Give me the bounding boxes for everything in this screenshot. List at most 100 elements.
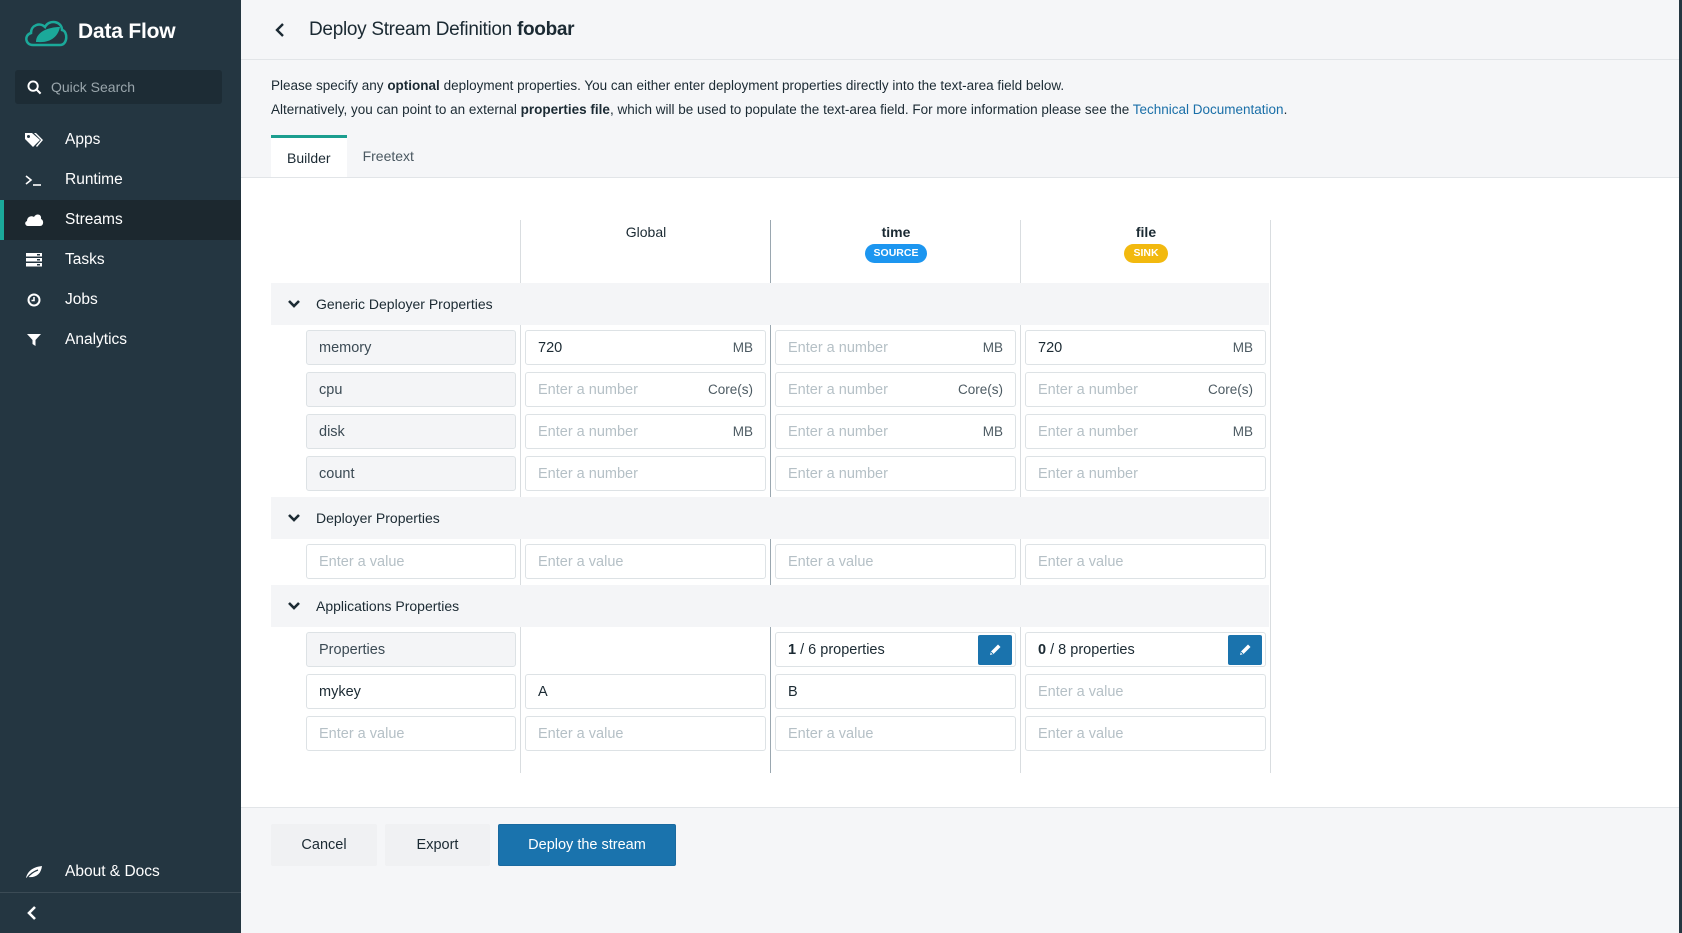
new-app-global-input[interactable] bbox=[538, 725, 753, 742]
sidebar-item-about[interactable]: About & Docs bbox=[0, 852, 241, 892]
chevron-down-icon[interactable] bbox=[287, 297, 301, 311]
page-header: Deploy Stream Definition foobar bbox=[241, 0, 1679, 60]
app-time-value-input[interactable] bbox=[788, 683, 1003, 700]
stream-name: foobar bbox=[516, 18, 575, 40]
app-global-value-input[interactable] bbox=[538, 683, 753, 700]
section-label: Applications Properties bbox=[316, 598, 460, 614]
disk-global-field[interactable]: MB bbox=[525, 414, 766, 449]
tab-builder[interactable]: Builder bbox=[271, 135, 347, 177]
unit-label: MB bbox=[732, 340, 753, 355]
builder-panel: Global time SOURCE file SINK Generic Dep… bbox=[241, 177, 1679, 808]
time-properties-count: 1 / 6 properties bbox=[788, 641, 885, 658]
back-button[interactable] bbox=[274, 21, 292, 39]
memory-time-input[interactable] bbox=[788, 339, 977, 356]
app-file-value-field[interactable] bbox=[1025, 674, 1266, 709]
tab-freetext[interactable]: Freetext bbox=[347, 135, 430, 177]
count-global-field[interactable] bbox=[525, 456, 766, 491]
sidebar-item-runtime[interactable]: Runtime bbox=[0, 160, 241, 200]
cpu-global-input[interactable] bbox=[538, 381, 702, 398]
brand-title: Data Flow bbox=[78, 20, 176, 43]
deployer-file-field[interactable] bbox=[1025, 544, 1266, 579]
column-divider bbox=[1270, 220, 1271, 773]
chevron-down-icon[interactable] bbox=[287, 599, 301, 613]
disk-file-input[interactable] bbox=[1038, 423, 1227, 440]
column-header-file: file SINK bbox=[1021, 222, 1271, 263]
unit-label: MB bbox=[1232, 340, 1253, 355]
time-properties-summary: 1 / 6 properties bbox=[775, 632, 1016, 667]
sidebar-bottom: About & Docs bbox=[0, 852, 241, 933]
sidebar-item-analytics[interactable]: Analytics bbox=[0, 320, 241, 360]
cpu-global-field[interactable]: Core(s) bbox=[525, 372, 766, 407]
sidebar-item-label: Tasks bbox=[65, 251, 105, 268]
sidebar-item-label: Runtime bbox=[65, 171, 123, 188]
app-key-input[interactable] bbox=[319, 683, 503, 700]
title-prefix: Deploy Stream Definition bbox=[309, 18, 512, 40]
new-app-file-input[interactable] bbox=[1038, 725, 1253, 742]
section-applications-properties: Applications Properties bbox=[271, 585, 1269, 627]
memory-file-input[interactable] bbox=[1038, 339, 1227, 356]
file-properties-summary: 0 / 8 properties bbox=[1025, 632, 1266, 667]
new-app-time-input[interactable] bbox=[788, 725, 1003, 742]
about-label: About & Docs bbox=[65, 863, 160, 880]
sidebar-item-tasks[interactable]: Tasks bbox=[0, 240, 241, 280]
app-global-value-field[interactable] bbox=[525, 674, 766, 709]
memory-time-field[interactable]: MB bbox=[775, 330, 1016, 365]
sink-badge: SINK bbox=[1124, 244, 1168, 263]
cancel-button[interactable]: Cancel bbox=[271, 824, 377, 866]
app-file-value-input[interactable] bbox=[1038, 683, 1253, 700]
sidebar-item-apps[interactable]: Apps bbox=[0, 120, 241, 160]
count-global-input[interactable] bbox=[538, 465, 753, 482]
technical-documentation-link[interactable]: Technical Documentation bbox=[1133, 102, 1284, 117]
new-app-key-field[interactable] bbox=[306, 716, 516, 751]
collapse-sidebar-button[interactable] bbox=[0, 893, 241, 933]
quick-search-input[interactable] bbox=[51, 79, 211, 95]
new-app-key-input[interactable] bbox=[319, 725, 503, 742]
unit-label: MB bbox=[982, 340, 1003, 355]
chevron-down-icon[interactable] bbox=[287, 511, 301, 525]
property-key-cpu: cpu bbox=[306, 372, 516, 407]
deployer-file-input[interactable] bbox=[1038, 553, 1253, 570]
disk-global-input[interactable] bbox=[538, 423, 727, 440]
deployer-global-input[interactable] bbox=[538, 553, 753, 570]
intro-line-2: Alternatively, you can point to an exter… bbox=[271, 102, 1288, 117]
new-app-file-field[interactable] bbox=[1025, 716, 1266, 751]
app-time-value-field[interactable] bbox=[775, 674, 1016, 709]
deployer-key-input[interactable] bbox=[319, 553, 503, 570]
deployer-time-field[interactable] bbox=[775, 544, 1016, 579]
memory-global-field[interactable]: MB bbox=[525, 330, 766, 365]
deploy-stream-button[interactable]: Deploy the stream bbox=[498, 824, 676, 866]
memory-global-input[interactable] bbox=[538, 339, 727, 356]
count-time-input[interactable] bbox=[788, 465, 1003, 482]
source-badge: SOURCE bbox=[864, 244, 928, 263]
deployer-time-input[interactable] bbox=[788, 553, 1003, 570]
sidebar-item-label: Analytics bbox=[65, 331, 128, 348]
cpu-file-input[interactable] bbox=[1038, 381, 1202, 398]
cpu-time-input[interactable] bbox=[788, 381, 952, 398]
edit-file-properties-button[interactable] bbox=[1228, 634, 1262, 665]
deployer-global-field[interactable] bbox=[525, 544, 766, 579]
app-key-field[interactable] bbox=[306, 674, 516, 709]
cpu-file-field[interactable]: Core(s) bbox=[1025, 372, 1266, 407]
sidebar: Data Flow Apps Runtime Streams Tasks Job… bbox=[0, 0, 241, 933]
count-file-input[interactable] bbox=[1038, 465, 1253, 482]
sidebar-nav: Apps Runtime Streams Tasks Jobs Analytic… bbox=[0, 120, 241, 360]
deployer-key-field[interactable] bbox=[306, 544, 516, 579]
terminal-icon bbox=[24, 171, 44, 189]
edit-time-properties-button[interactable] bbox=[978, 634, 1012, 665]
quick-search[interactable] bbox=[15, 70, 222, 104]
column-header-time: time SOURCE bbox=[771, 222, 1021, 263]
sidebar-item-jobs[interactable]: Jobs bbox=[0, 280, 241, 320]
memory-file-field[interactable]: MB bbox=[1025, 330, 1266, 365]
cpu-time-field[interactable]: Core(s) bbox=[775, 372, 1016, 407]
new-app-global-field[interactable] bbox=[525, 716, 766, 751]
sidebar-item-streams[interactable]: Streams bbox=[0, 200, 241, 240]
column-header-global: Global bbox=[521, 222, 771, 242]
export-button[interactable]: Export bbox=[385, 824, 490, 866]
count-time-field[interactable] bbox=[775, 456, 1016, 491]
new-app-time-field[interactable] bbox=[775, 716, 1016, 751]
count-file-field[interactable] bbox=[1025, 456, 1266, 491]
brand[interactable]: Data Flow bbox=[22, 14, 176, 50]
disk-file-field[interactable]: MB bbox=[1025, 414, 1266, 449]
disk-time-field[interactable]: MB bbox=[775, 414, 1016, 449]
disk-time-input[interactable] bbox=[788, 423, 977, 440]
